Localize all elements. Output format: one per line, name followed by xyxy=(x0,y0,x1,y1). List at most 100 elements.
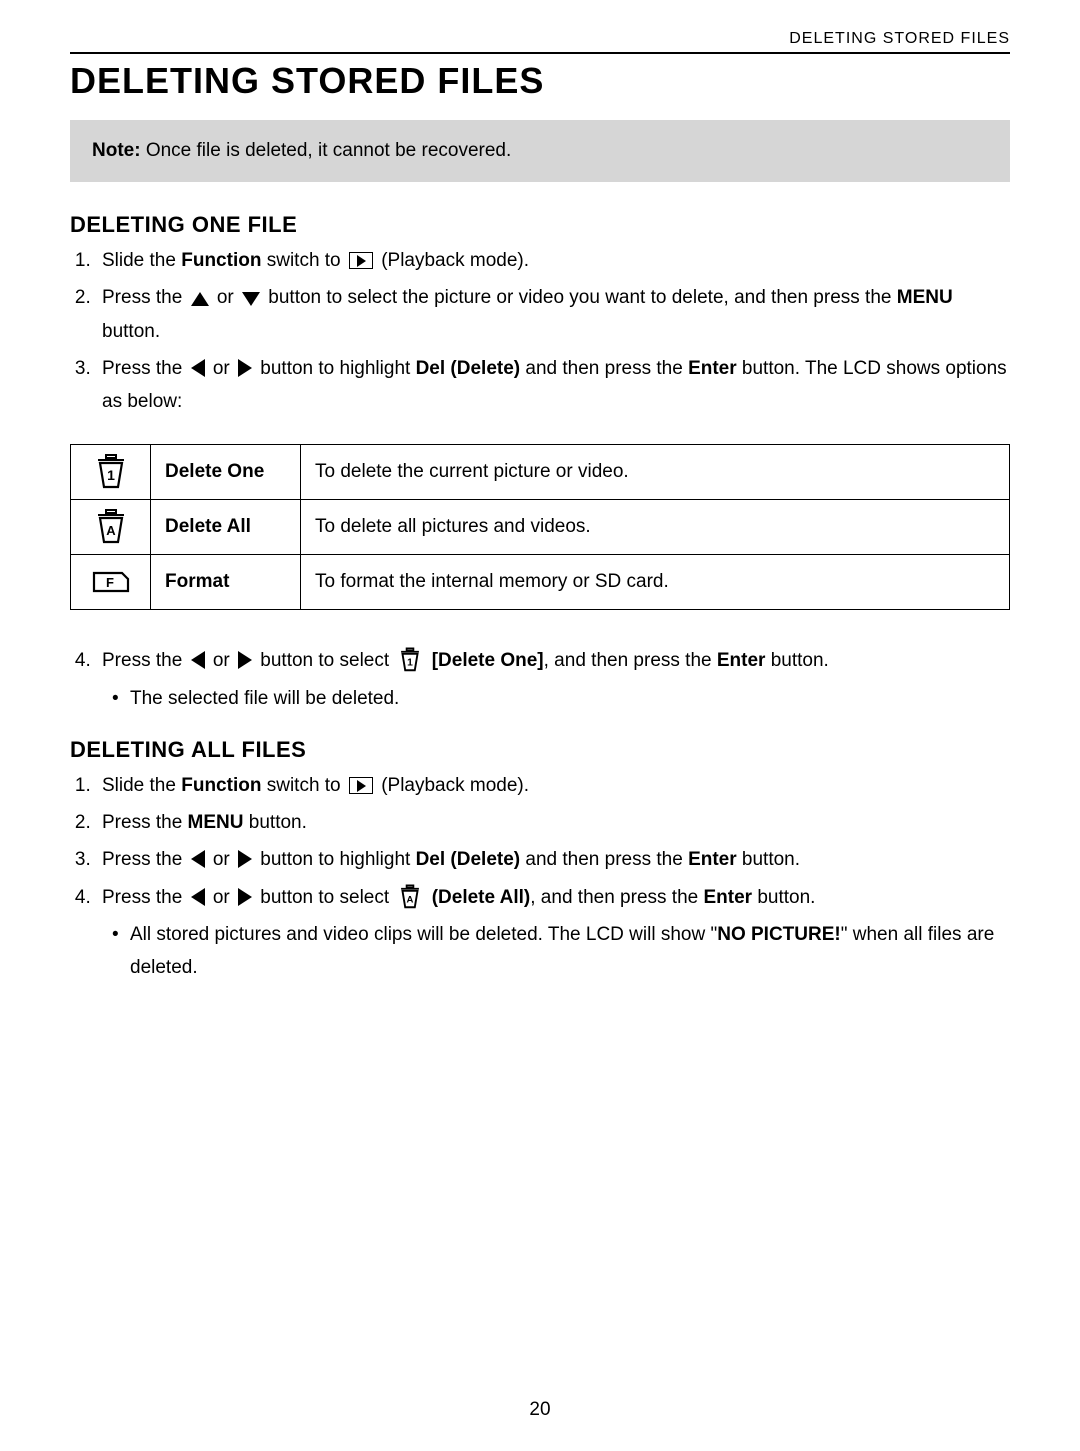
text-bold: Function xyxy=(181,775,261,796)
text-bold: Del (Delete) xyxy=(416,358,521,379)
text: button. xyxy=(102,321,160,342)
playback-icon xyxy=(349,777,373,794)
text: Press the xyxy=(102,287,188,308)
cell-desc: To delete all pictures and videos. xyxy=(301,500,1010,555)
cell-label: Delete One xyxy=(151,445,301,500)
cell-icon: A xyxy=(71,500,151,555)
delete-all-icon: A xyxy=(397,884,423,910)
delete-all-icon: A xyxy=(92,508,130,546)
text: (Playback mode). xyxy=(376,775,529,796)
step: Press the or button to select 1 [Delete … xyxy=(96,644,1010,715)
text: button to highlight xyxy=(255,849,416,870)
text: or xyxy=(208,849,235,870)
steps-delete-one: Slide the Function switch to (Playback m… xyxy=(70,244,1010,418)
text: or xyxy=(208,887,235,908)
cell-label: Format xyxy=(151,555,301,610)
text-bold: MENU xyxy=(188,812,244,833)
text: button to select the picture or video yo… xyxy=(263,287,897,308)
cell-desc: To delete the current picture or video. xyxy=(301,445,1010,500)
svg-text:1: 1 xyxy=(408,658,414,669)
table-row: A Delete All To delete all pictures and … xyxy=(71,500,1010,555)
text: or xyxy=(208,358,235,379)
text-bold: Enter xyxy=(717,650,766,671)
page-title: DELETING STORED FILES xyxy=(70,60,1010,102)
note-prefix: Note: xyxy=(92,140,141,161)
substep: All stored pictures and video clips will… xyxy=(130,918,1010,985)
text-bold: Del (Delete) xyxy=(416,849,521,870)
step: Slide the Function switch to (Playback m… xyxy=(96,769,1010,802)
steps-delete-one-cont: Press the or button to select 1 [Delete … xyxy=(70,644,1010,715)
svg-text:1: 1 xyxy=(107,467,115,483)
step: Press the or button to highlight Del (De… xyxy=(96,843,1010,876)
right-arrow-icon xyxy=(238,651,252,669)
text-bold: Function xyxy=(181,250,261,271)
right-arrow-icon xyxy=(238,359,252,377)
step: Slide the Function switch to (Playback m… xyxy=(96,244,1010,277)
right-arrow-icon xyxy=(238,850,252,868)
text: and then press the xyxy=(520,358,688,379)
text: button. xyxy=(737,849,800,870)
step: Press the or button to select A (Delete … xyxy=(96,881,1010,985)
text: All stored pictures and video clips will… xyxy=(130,924,717,945)
text: Press the xyxy=(102,812,188,833)
step: Press the or button to select the pictur… xyxy=(96,281,1010,348)
section-heading-delete-all: DELETING ALL FILES xyxy=(70,737,1010,763)
substep: The selected file will be deleted. xyxy=(130,682,1010,715)
text: button. xyxy=(244,812,307,833)
text: or xyxy=(212,287,239,308)
svg-text:F: F xyxy=(106,575,114,590)
text: , and then press the xyxy=(530,887,703,908)
text: Slide the xyxy=(102,250,181,271)
section-heading-delete-one: DELETING ONE FILE xyxy=(70,212,1010,238)
text: Press the xyxy=(102,849,188,870)
text: Press the xyxy=(102,887,188,908)
table-row: 1 Delete One To delete the current pictu… xyxy=(71,445,1010,500)
format-icon: F xyxy=(90,567,132,597)
right-arrow-icon xyxy=(238,888,252,906)
up-arrow-icon xyxy=(191,292,209,306)
text-bold: Enter xyxy=(703,887,752,908)
delete-one-icon: 1 xyxy=(92,453,130,491)
step: Press the MENU button. xyxy=(96,806,1010,839)
step: Press the or button to highlight Del (De… xyxy=(96,352,1010,419)
left-arrow-icon xyxy=(191,651,205,669)
text: or xyxy=(208,650,235,671)
text-bold: MENU xyxy=(897,287,953,308)
down-arrow-icon xyxy=(242,292,260,306)
text: Slide the xyxy=(102,775,181,796)
text: switch to xyxy=(261,775,345,796)
text: button to select xyxy=(255,887,394,908)
delete-one-icon: 1 xyxy=(397,647,423,673)
left-arrow-icon xyxy=(191,850,205,868)
substeps: All stored pictures and video clips will… xyxy=(102,918,1010,985)
running-header: DELETING STORED FILES xyxy=(70,30,1010,52)
cell-icon: 1 xyxy=(71,445,151,500)
text: button to select xyxy=(255,650,394,671)
steps-delete-all: Slide the Function switch to (Playback m… xyxy=(70,769,1010,985)
text: button to highlight xyxy=(255,358,416,379)
text: and then press the xyxy=(520,849,688,870)
text: Press the xyxy=(102,358,188,379)
text-bold: [Delete One] xyxy=(432,650,544,671)
page-number: 20 xyxy=(0,1399,1080,1421)
note-box: Note: Once file is deleted, it cannot be… xyxy=(70,120,1010,182)
text-bold: NO PICTURE! xyxy=(717,924,841,945)
text-bold: Enter xyxy=(688,358,737,379)
cell-label: Delete All xyxy=(151,500,301,555)
svg-text:A: A xyxy=(106,523,116,538)
manual-page: DELETING STORED FILES DELETING STORED FI… xyxy=(0,0,1080,984)
text-bold: (Delete All) xyxy=(432,887,531,908)
note-body: Once file is deleted, it cannot be recov… xyxy=(141,140,512,161)
playback-icon xyxy=(349,252,373,269)
text: button. xyxy=(752,887,815,908)
substeps: The selected file will be deleted. xyxy=(102,682,1010,715)
left-arrow-icon xyxy=(191,888,205,906)
text: button. xyxy=(765,650,828,671)
cell-desc: To format the internal memory or SD card… xyxy=(301,555,1010,610)
svg-text:A: A xyxy=(407,894,414,905)
table-row: F Format To format the internal memory o… xyxy=(71,555,1010,610)
options-table: 1 Delete One To delete the current pictu… xyxy=(70,444,1010,610)
header-rule xyxy=(70,52,1010,54)
text: switch to xyxy=(261,250,345,271)
text: (Playback mode). xyxy=(376,250,529,271)
